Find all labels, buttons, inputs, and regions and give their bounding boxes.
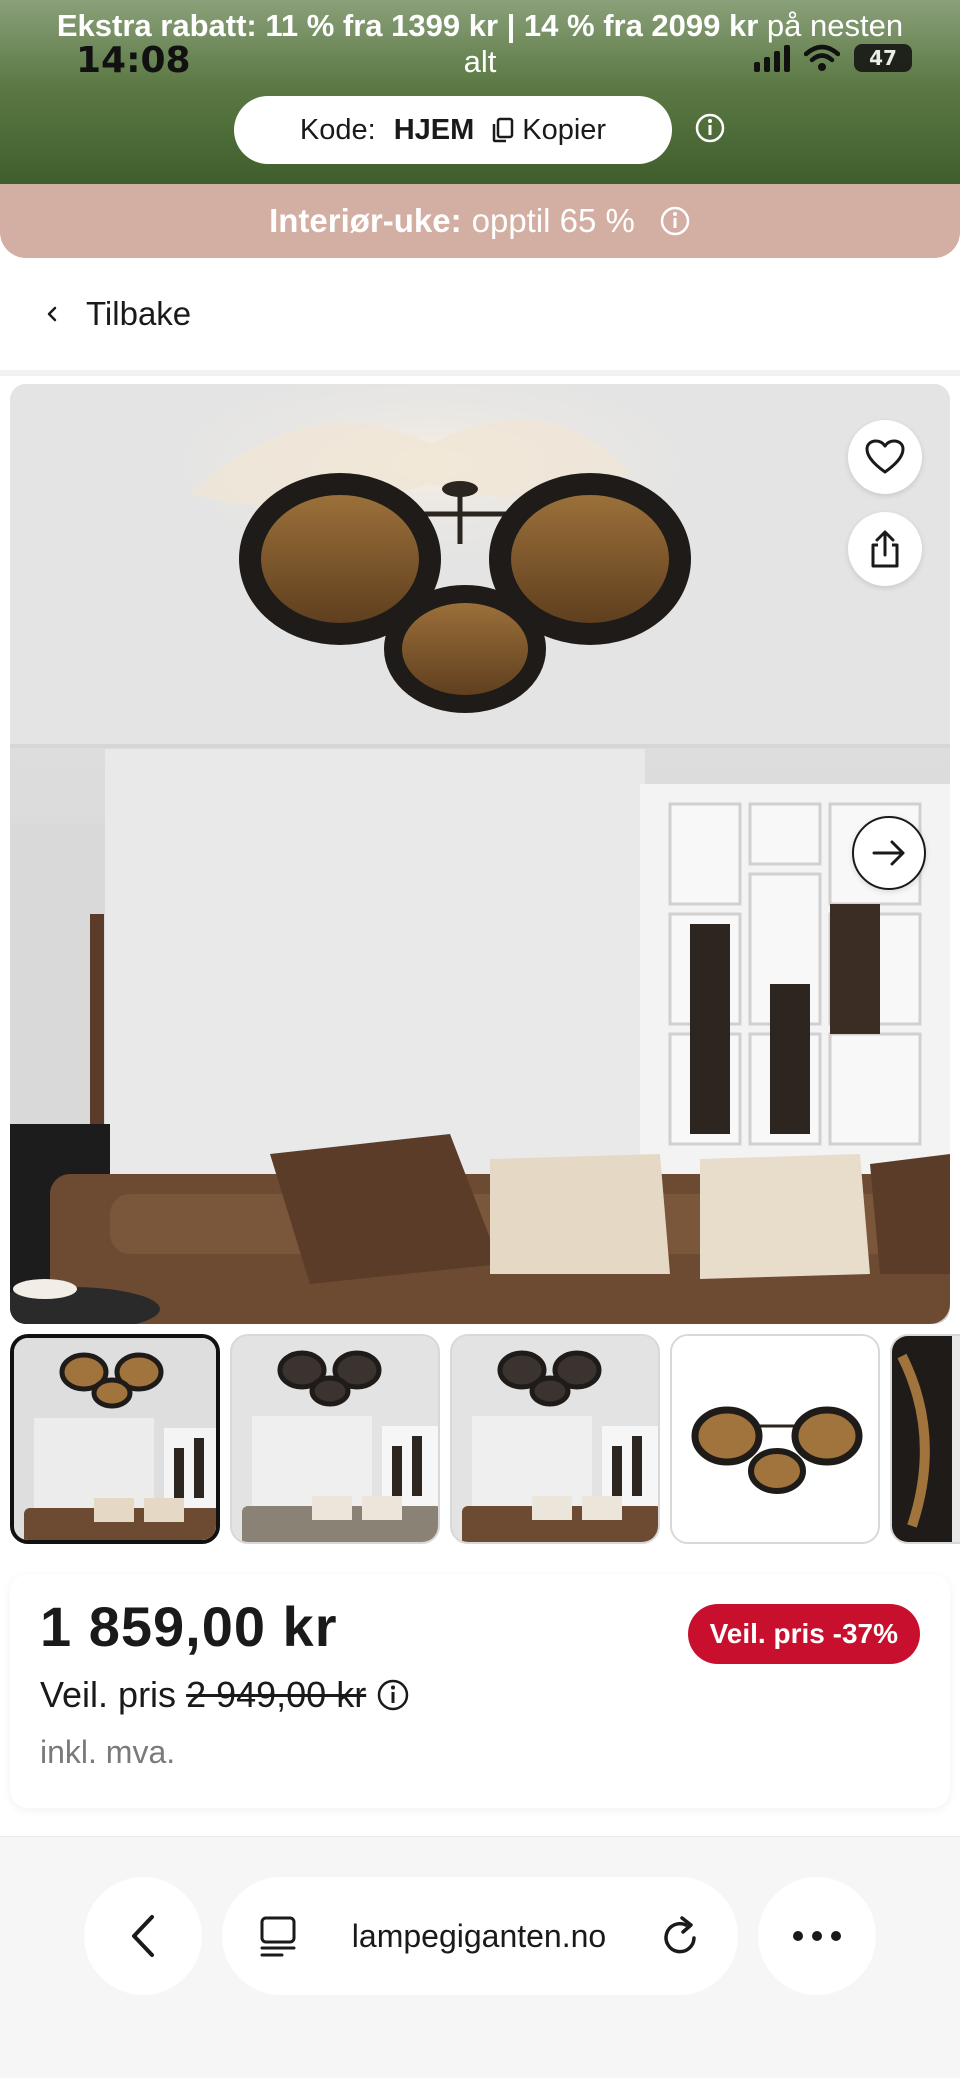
code-label: Kode: [299,113,376,146]
favorite-button[interactable] [848,420,922,494]
code-value: HJEM [393,113,475,146]
more-options-button[interactable] [758,1877,876,1995]
next-image-button[interactable] [852,816,926,890]
status-icons: 47 [754,44,912,72]
sale-rest: opptil 65 % [471,202,635,239]
promo-banner: Ekstra rabatt: 11 % fra 1399 kr | 14 % f… [0,0,960,184]
back-label: Tilbake [86,295,192,332]
discount-code-pill: Kode: HJEM Kopier [234,96,672,164]
thumbnail-5[interactable] [890,1334,960,1544]
thumbnail-image [452,1336,658,1542]
browser-toolbar: lampegiganten.no [0,1836,960,2078]
recommended-price: Veil. pris 2 949,00 kr [40,1674,410,1716]
sale-banner[interactable]: Interiør-uke: opptil 65 % [0,184,960,258]
battery-icon: 47 [854,44,912,72]
share-icon [871,530,899,568]
thumbnail-3[interactable] [450,1334,660,1544]
recommended-value: 2 949,00 kr [186,1674,367,1715]
share-button[interactable] [848,512,922,586]
copy-code-button[interactable]: Kopier [492,114,606,147]
copy-icon [493,117,514,143]
cellular-signal-icon [754,44,790,72]
copy-label: Kopier [522,113,607,146]
thumbnail-2[interactable] [230,1334,440,1544]
arrow-right-icon [872,840,905,866]
vat-note: inkl. mva. [40,1734,176,1770]
heart-icon [865,439,905,474]
tabs-icon [260,1916,296,1957]
status-time: 14:08 [76,40,191,81]
address-bar[interactable]: lampegiganten.no [222,1877,738,1995]
url-text: lampegiganten.no [351,1917,607,1954]
info-icon[interactable] [659,205,691,237]
thumbnail-4[interactable] [670,1334,880,1544]
info-icon[interactable] [694,112,726,144]
reload-icon[interactable] [660,1914,702,1958]
wifi-icon [804,44,840,71]
back-link[interactable]: Tilbake [0,258,960,376]
recommended-label: Veil. pris [40,1674,177,1715]
product-image[interactable] [10,384,950,1324]
sale-bold: Interiør-uke: [269,202,462,239]
thumbnail-image [672,1336,878,1542]
thumbnail-1[interactable] [10,1334,220,1544]
thumbnail-strip [10,1334,960,1544]
chevron-left-icon [132,1915,154,1957]
chevron-left-icon [47,306,57,322]
price-card: 1 859,00 kr Veil. pris -37% Veil. pris 2… [10,1574,950,1808]
discount-badge: Veil. pris -37% [687,1604,920,1664]
product-photo [10,384,950,1324]
browser-back-button[interactable] [84,1877,202,1995]
thumbnail-image [14,1338,216,1540]
more-icon [793,1931,841,1941]
info-icon[interactable] [376,1678,410,1712]
current-price: 1 859,00 kr [40,1595,338,1658]
thumbnail-image [232,1336,438,1542]
thumbnail-image [892,1336,960,1542]
promo-headline-bold: Ekstra rabatt: 11 % fra 1399 kr | 14 % f… [56,8,759,43]
